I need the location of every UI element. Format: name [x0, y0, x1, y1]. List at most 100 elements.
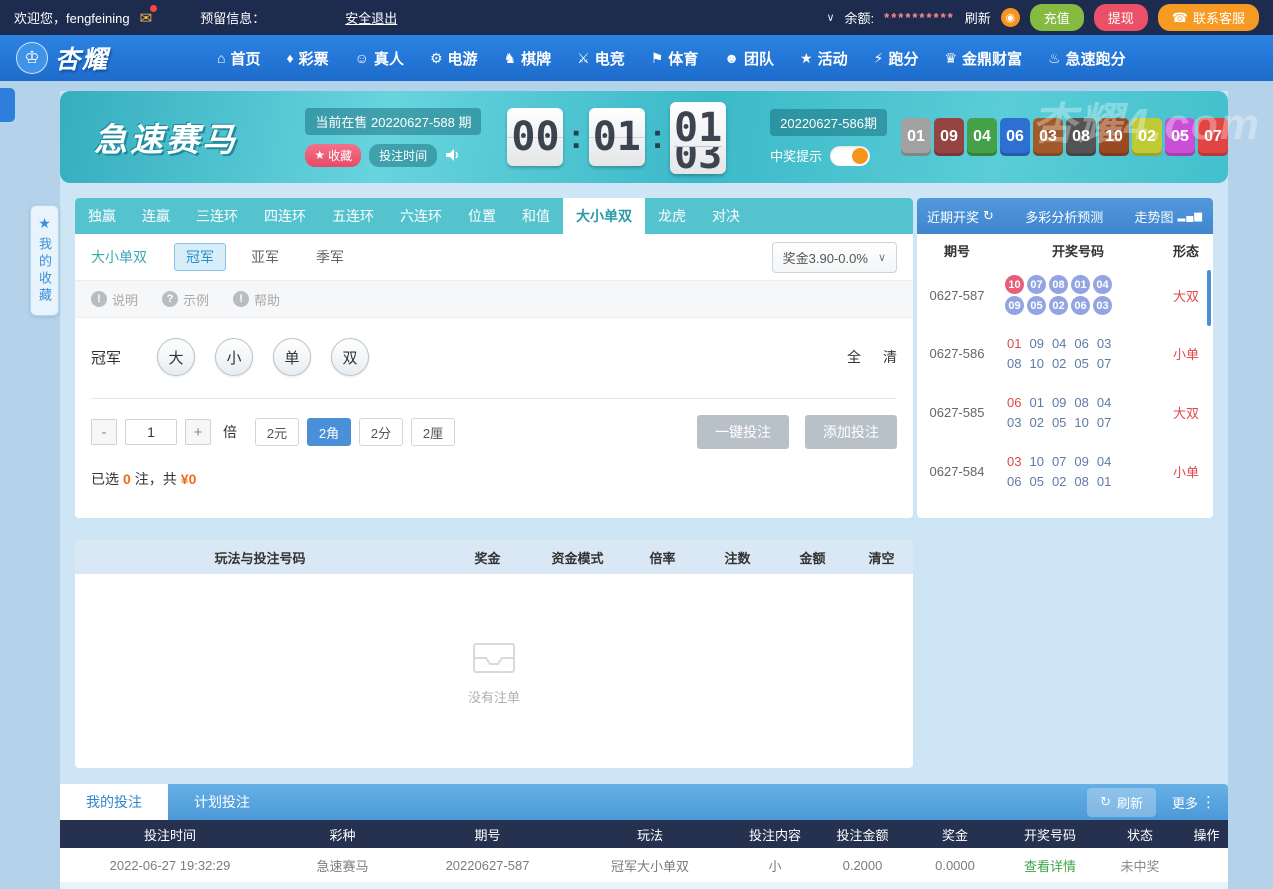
example-link[interactable]: ? 示例 [162, 290, 209, 309]
result-number: 09 [1051, 395, 1067, 410]
result-ball: 09 [934, 118, 964, 156]
nav-item-team[interactable]: ☻ 团队 [724, 48, 774, 69]
result-number: 07 [1096, 415, 1112, 430]
sale-actions: ★ 收藏 投注时间 [305, 143, 481, 167]
play-tab[interactable]: 三连环 [183, 198, 251, 234]
position-second-button[interactable]: 亚军 [239, 243, 291, 271]
mail-icon[interactable]: ✉ [140, 4, 158, 27]
select-all-button[interactable]: 全 [847, 347, 861, 367]
nav-item-esports[interactable]: ⚔ 电竞 [577, 48, 625, 69]
unit-yuan-button[interactable]: 2元 [255, 418, 299, 446]
bet-options-row: 冠军 大 小 单 双 全 清 [75, 318, 913, 390]
history-refresh-button[interactable]: ↻ 刷新 [1087, 787, 1156, 817]
quick-bet-button[interactable]: 一键投注 [697, 415, 789, 449]
sub-nav: 大小单双 冠军 亚军 季军 奖金3.90-0.0% ∨ [75, 234, 913, 280]
side-panel-handle[interactable] [0, 88, 15, 122]
unit-fen-button[interactable]: 2分 [359, 418, 403, 446]
result-number: 01 [1007, 336, 1022, 351]
col-amount: 投注金额 [836, 827, 889, 843]
cell-bet-time: 2022-06-27 19:32:29 [109, 857, 231, 873]
result-number: 03 [1007, 415, 1022, 430]
nav-item-activity[interactable]: ★ 活动 [800, 48, 848, 69]
refresh-balance-button[interactable]: 刷新 [965, 8, 991, 27]
nav-item-sports[interactable]: ⚑ 体育 [651, 48, 699, 69]
slip-col-play: 玩法与投注号码 [214, 550, 306, 566]
play-tab[interactable]: 连赢 [129, 198, 183, 234]
multiplier-plus-button[interactable]: + [185, 419, 211, 445]
play-tab[interactable]: 龙虎 [645, 198, 699, 234]
multiplier-minus-button[interactable]: - [91, 419, 117, 445]
bet-time-button[interactable]: 投注时间 [369, 143, 438, 167]
option-big-button[interactable]: 大 [157, 338, 196, 376]
nav-item-home[interactable]: ⌂ 首页 [217, 48, 260, 69]
play-tab[interactable]: 和值 [509, 198, 563, 234]
result-ball: 05 [1027, 296, 1046, 315]
tab-analysis[interactable]: 多彩分析预测 [1025, 207, 1103, 226]
play-tab[interactable]: 独赢 [75, 198, 129, 234]
multiplier-input[interactable] [125, 419, 177, 445]
subplay-label[interactable]: 大小单双 [91, 247, 147, 267]
my-favorites-tab[interactable]: ★ 我的收藏 [30, 205, 59, 316]
clock-hours: 00 [507, 108, 564, 166]
logout-link[interactable]: 安全退出 [345, 8, 397, 27]
tab-plan-bets[interactable]: 计划投注 [168, 784, 276, 820]
nav-item-lottery[interactable]: ♦ 彩票 [287, 48, 329, 69]
result-ball: 03 [1033, 118, 1063, 156]
bonus-select[interactable]: 奖金3.90-0.0% ∨ [771, 241, 897, 273]
cell-amount: 0.2000 [842, 857, 883, 873]
nav-item-speed-paofen[interactable]: ♨ 急速跑分 [1048, 48, 1126, 69]
result-ball: 03 [1093, 296, 1112, 315]
deposit-button[interactable]: 充值 [1029, 4, 1084, 31]
instructions-link[interactable]: ! 说明 [91, 290, 138, 309]
clear-selection-button[interactable]: 清 [883, 347, 897, 367]
play-tab[interactable]: 四连环 [251, 198, 319, 234]
content-row: 独赢 连赢 三连环 四连环 五连环 六连环 位置 和值 大小单双 龙虎 对决 大… [60, 198, 1228, 518]
result-number: 01 [1029, 395, 1044, 410]
crown-icon: ♔ [16, 42, 48, 74]
nav-item-board-games[interactable]: ♞ 棋牌 [504, 48, 552, 69]
position-third-button[interactable]: 季军 [304, 243, 356, 271]
option-even-button[interactable]: 双 [331, 338, 370, 376]
nav-item-paofen[interactable]: ⚡ 跑分 [874, 48, 919, 69]
multiplier-unit-label: 倍 [223, 424, 237, 440]
result-number: 10 [1029, 356, 1044, 371]
nav-item-live-casino[interactable]: ☺ 真人 [355, 48, 404, 69]
col-status: 状态 [1126, 827, 1153, 843]
balance-caret-icon[interactable]: ∨ [826, 11, 834, 24]
view-details-link[interactable]: 查看详情 [1005, 856, 1095, 875]
play-tab-active[interactable]: 大小单双 [563, 198, 645, 234]
nav-item-wealth[interactable]: ♛ 金鼎财富 [944, 48, 1022, 69]
play-tab[interactable]: 五连环 [319, 198, 387, 234]
eye-icon[interactable]: ◉ [1000, 8, 1020, 27]
win-tip-toggle[interactable] [830, 145, 871, 166]
more-button[interactable]: 更多 ⋮ [1172, 793, 1216, 812]
brand-logo[interactable]: ♔ 杏耀 [16, 40, 109, 76]
tab-trend-chart[interactable]: 走势图 ▂▄▆ [1135, 207, 1203, 226]
unit-li-button[interactable]: 2厘 [411, 418, 455, 446]
favorite-button[interactable]: ★ 收藏 [305, 143, 362, 167]
withdraw-button[interactable]: 提现 [1093, 4, 1148, 31]
play-tab[interactable]: 六连环 [387, 198, 455, 234]
play-tab[interactable]: 对决 [699, 198, 753, 234]
scrollbar[interactable] [1207, 270, 1211, 326]
tab-my-bets[interactable]: 我的投注 [60, 784, 168, 820]
form-value: 小单 [1172, 465, 1199, 480]
option-odd-button[interactable]: 单 [273, 338, 312, 376]
result-number: 02 [1051, 474, 1067, 489]
empty-box-icon [473, 642, 515, 673]
help-link[interactable]: ! 帮助 [233, 290, 280, 309]
speaker-icon[interactable] [445, 147, 461, 163]
play-tab[interactable]: 位置 [455, 198, 509, 234]
slip-col-fund-mode: 资金模式 [551, 550, 604, 566]
result-number: 09 [1029, 336, 1044, 351]
add-bet-button[interactable]: 添加投注 [805, 415, 897, 449]
slip-clear-all[interactable]: 清空 [850, 548, 913, 567]
nav-item-egames[interactable]: ⚙ 电游 [430, 48, 478, 69]
option-small-button[interactable]: 小 [215, 338, 254, 376]
unit-jiao-button[interactable]: 2角 [307, 418, 351, 446]
col-period: 期号 [474, 827, 501, 843]
result-ball: 04 [1093, 275, 1112, 294]
tab-recent-draws[interactable]: 近期开奖 ↻ [927, 207, 994, 226]
contact-service-button[interactable]: ☎ 联系客服 [1157, 4, 1259, 31]
position-champion-button[interactable]: 冠军 [174, 243, 226, 271]
